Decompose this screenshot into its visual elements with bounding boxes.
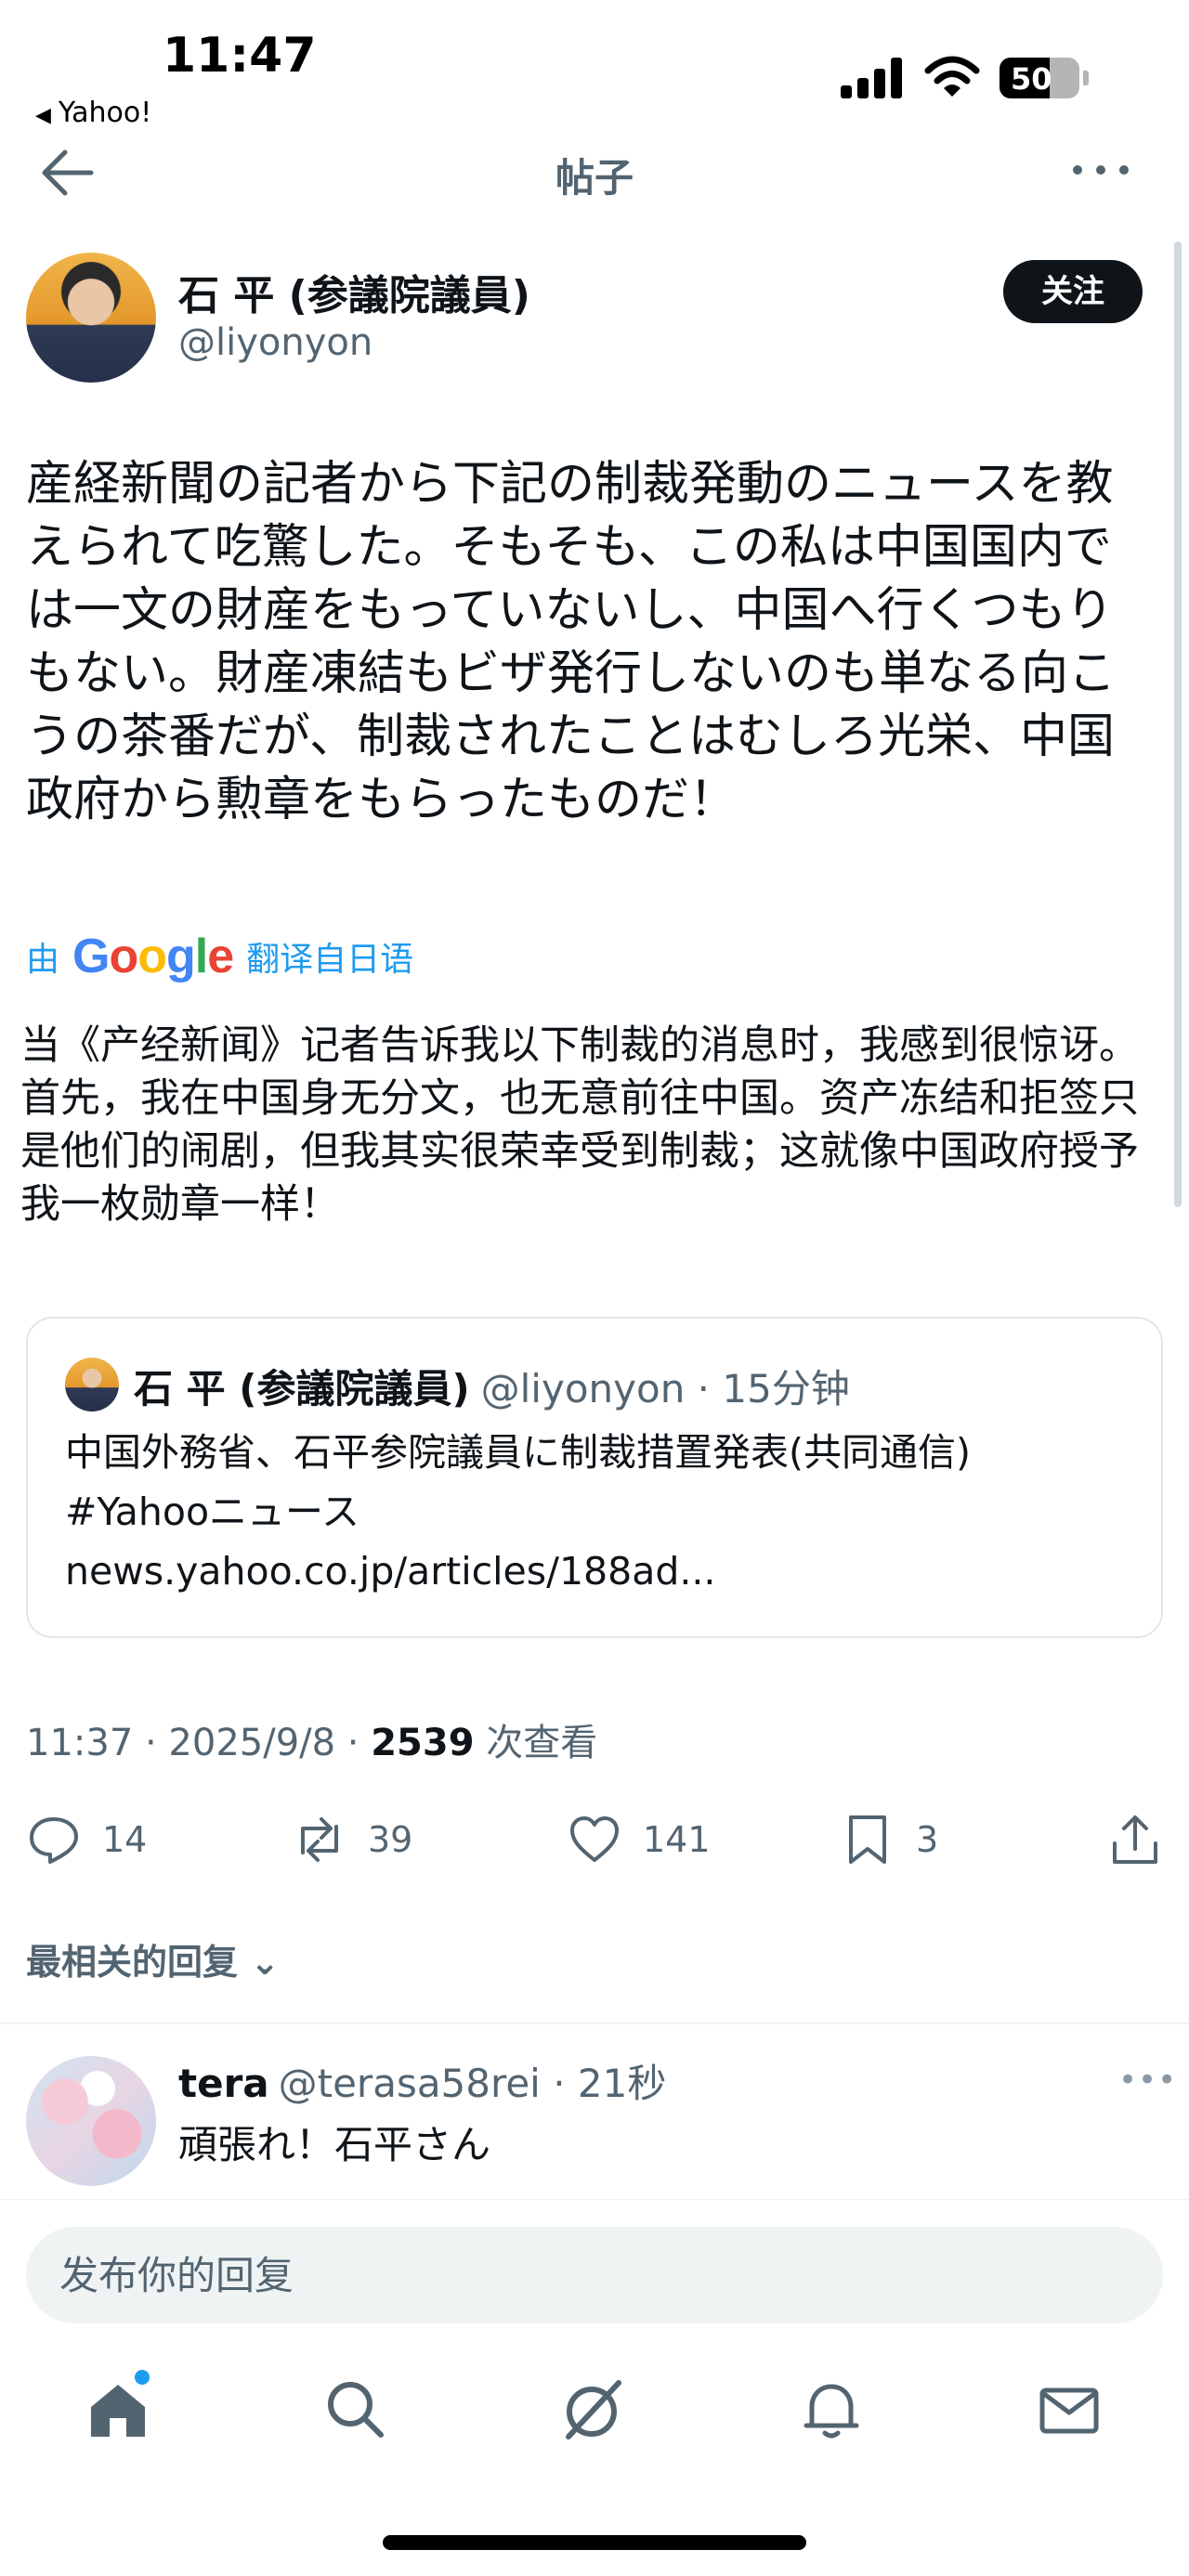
grok-icon[interactable] [561,2377,626,2442]
reply-meta: @terasa58rei · 21秒 [278,2061,667,2106]
quote-header: 石 平 (参議院議員) @liyonyon · 15分钟 [134,1358,850,1414]
reply-avatar[interactable] [26,2056,156,2186]
reply-author-name[interactable]: tera [178,2061,269,2106]
bookmark-icon [849,1815,886,1864]
reply-count: 14 [102,1819,148,1860]
quote-avatar [65,1358,119,1412]
bell-icon[interactable] [799,2377,864,2442]
author-handle[interactable]: @liyonyon [178,321,372,364]
quote-line-2[interactable]: #Yahooニュース [65,1482,1143,1542]
post-time: 11:37 · 2025/9/8 · [26,1722,372,1764]
post-translated-text: 当《产经新闻》记者告诉我以下制裁的消息时，我感到很惊讶。首先，我在中国身无分文，… [20,1022,1139,1228]
scrollbar[interactable] [1174,241,1182,1207]
battery-level: 50 [1011,61,1052,97]
mail-icon[interactable] [1037,2377,1102,2442]
quote-meta: @liyonyon · 15分钟 [480,1366,850,1412]
author-avatar[interactable] [26,253,156,383]
quote-line-1: 中国外務省、石平参院議員に制裁措置発表(共同通信) [65,1430,971,1475]
like-icon [570,1816,619,1862]
follow-button[interactable]: 关注 [1003,260,1143,323]
battery-indicator: 50 [1000,58,1089,98]
view-count: 2539 [371,1722,475,1764]
quoted-post-card[interactable]: 石 平 (参議院議員) @liyonyon · 15分钟 中国外務省、石平参院議員… [26,1317,1163,1638]
reply-more-icon[interactable]: ••• [1118,2062,1177,2099]
home-notification-dot [135,2370,150,2385]
post-original-text: 産経新聞の記者から下記の制裁発動のニュースを教えられて吃驚した。そもそも、この私… [26,457,1117,827]
back-triangle-icon: ◀ [35,104,51,127]
quote-body: 中国外務省、石平参院議員に制裁措置発表(共同通信) #Yahooニュース new… [65,1423,1143,1601]
divider [0,2023,1189,2024]
wifi-icon [924,56,980,97]
share-icon [1113,1815,1157,1864]
views-label: 次查看 [474,1722,598,1764]
author-name[interactable]: 石 平 (参議院議員) [178,262,530,321]
share-button[interactable] [1107,1809,1183,1870]
status-time: 11:47 [163,28,317,84]
home-indicator[interactable] [383,2535,806,2550]
reply-header: tera @terasa58rei · 21秒 [178,2052,666,2109]
page-title: 帖子 [555,155,634,201]
repost-icon [301,1817,338,1862]
like-count: 141 [643,1819,711,1860]
translate-prefix: 由 [26,941,60,979]
cellular-signal-icon [841,58,906,98]
replies-sort-dropdown[interactable]: 最相关的回复 ⌄ [26,1933,280,1984]
google-logo: Google [72,930,234,983]
home-icon[interactable] [85,2377,150,2442]
reply-icon [30,1817,78,1864]
bookmark-count: 3 [916,1819,939,1860]
translation-attribution[interactable]: 由 Google 翻译自日语 [26,929,413,984]
back-to-app-link[interactable]: ◀ Yahoo! [35,97,151,129]
like-button[interactable]: 141 [567,1809,711,1870]
repost-count: 39 [368,1819,413,1860]
search-icon[interactable] [323,2377,388,2442]
more-icon[interactable] [1068,156,1133,184]
reply-button[interactable]: 14 [26,1809,147,1870]
repost-button[interactable]: 39 [292,1809,412,1870]
chevron-down-icon: ⌄ [250,1942,281,1983]
translate-suffix: 翻译自日语 [246,941,414,979]
quote-author-name: 石 平 (参議院議員) [134,1366,470,1412]
reply-text: 頑張れ！石平さん [178,2122,491,2167]
quote-line-3[interactable]: news.yahoo.co.jp/articles/188ad... [65,1542,1143,1601]
bookmark-button[interactable]: 3 [840,1809,938,1870]
back-app-label: Yahoo! [58,97,152,129]
post-meta: 11:37 · 2025/9/8 · 2539 次查看 [26,1712,597,1766]
replies-sort-label: 最相关的回复 [26,1942,239,1983]
reply-input[interactable] [26,2227,1163,2323]
